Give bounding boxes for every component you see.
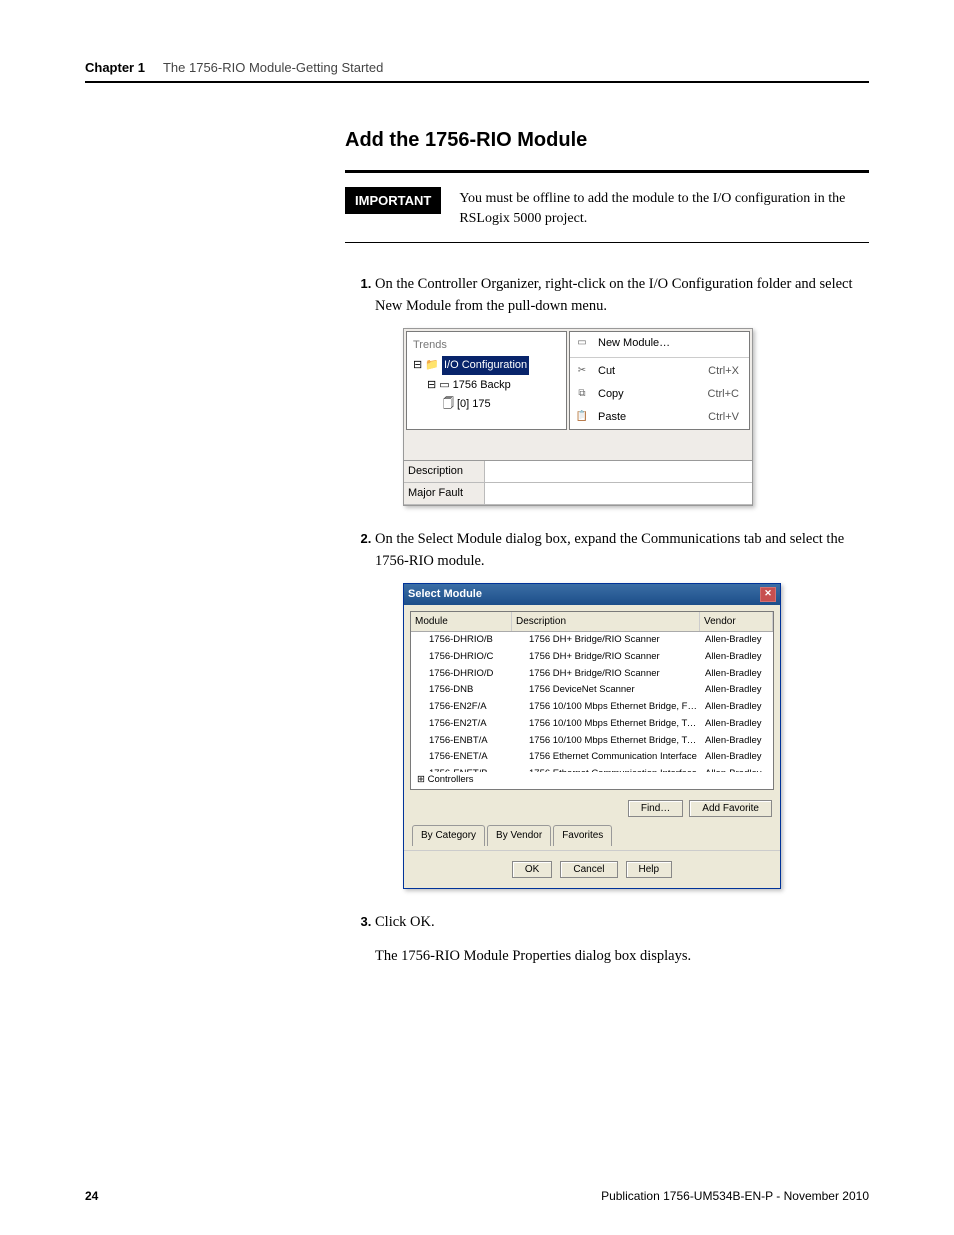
- tree-pane: Trends ⊟ 📁 I/O Configuration ⊟ ▭ 1756 Ba…: [406, 331, 567, 430]
- tab-by-category[interactable]: By Category: [412, 825, 485, 846]
- menu-copy[interactable]: ⧉ Copy Ctrl+C: [570, 383, 749, 406]
- close-icon[interactable]: ✕: [760, 587, 776, 602]
- page-footer: 24 Publication 1756-UM534B-EN-P - Novemb…: [85, 1189, 869, 1203]
- menu-paste[interactable]: 📋 Paste Ctrl+V: [570, 406, 749, 429]
- col-module: Module: [411, 612, 512, 632]
- important-box: IMPORTANT You must be offline to add the…: [345, 187, 869, 230]
- tab-by-vendor[interactable]: By Vendor: [487, 825, 551, 846]
- publication-info: Publication 1756-UM534B-EN-P - November …: [601, 1189, 869, 1203]
- major-fault-label: Major Fault: [404, 483, 485, 504]
- col-vendor: Vendor: [700, 612, 773, 632]
- important-badge: IMPORTANT: [345, 187, 441, 214]
- module-row[interactable]: 1756-DNB1756 DeviceNet ScannerAllen-Brad…: [411, 682, 773, 699]
- rule: [345, 242, 869, 243]
- grid-header: Module Description Vendor: [411, 612, 773, 633]
- page-header: Chapter 1 The 1756-RIO Module-Getting St…: [85, 60, 869, 83]
- description-label: Description: [404, 461, 485, 482]
- add-favorite-button[interactable]: Add Favorite: [689, 800, 772, 817]
- col-description: Description: [512, 612, 700, 632]
- steps-list: On the Controller Organizer, right-click…: [345, 273, 869, 968]
- screenshot-io-config: Trends ⊟ 📁 I/O Configuration ⊟ ▭ 1756 Ba…: [403, 328, 753, 506]
- step-2: On the Select Module dialog box, expand …: [375, 528, 869, 889]
- help-button[interactable]: Help: [626, 861, 673, 878]
- module-row[interactable]: 1756-EN2F/A1756 10/100 Mbps Ethernet Bri…: [411, 699, 773, 716]
- module-row[interactable]: 1756-DHRIO/D1756 DH+ Bridge/RIO ScannerA…: [411, 666, 773, 683]
- tree-backplane[interactable]: ⊟ ▭ 1756 Backp: [409, 376, 564, 395]
- step-3-followup: The 1756-RIO Module Properties dialog bo…: [375, 945, 869, 967]
- step-3: Click OK. The 1756-RIO Module Properties…: [375, 911, 869, 968]
- context-menu: ▭ New Module… ✂ Cut Ctrl+X: [569, 331, 750, 430]
- controllers-node[interactable]: ⊞ Controllers: [411, 772, 773, 789]
- step-1: On the Controller Organizer, right-click…: [375, 273, 869, 506]
- new-module-icon: ▭: [574, 335, 590, 351]
- section-title: Add the 1756-RIO Module: [345, 129, 869, 152]
- module-row[interactable]: 1756-ENET/A1756 Ethernet Communication I…: [411, 749, 773, 766]
- module-grid: Module Description Vendor 1756-DHRIO/B17…: [410, 611, 774, 790]
- cancel-button[interactable]: Cancel: [560, 861, 617, 878]
- paste-icon: 📋: [574, 409, 590, 425]
- menu-new-module[interactable]: ▭ New Module…: [570, 332, 749, 355]
- chapter-title: The 1756-RIO Module-Getting Started: [163, 60, 383, 75]
- rule: [345, 170, 869, 173]
- tree-io-config[interactable]: ⊟ 📁 I/O Configuration: [409, 355, 564, 376]
- module-row[interactable]: 1756-DHRIO/C1756 DH+ Bridge/RIO ScannerA…: [411, 649, 773, 666]
- dialog-title: Select Module: [408, 586, 482, 603]
- page-number: 24: [85, 1189, 98, 1203]
- chapter-label: Chapter 1: [85, 60, 145, 75]
- menu-cut[interactable]: ✂ Cut Ctrl+X: [570, 360, 749, 383]
- module-row[interactable]: 1756-ENBT/A1756 10/100 Mbps Ethernet Bri…: [411, 733, 773, 750]
- screenshot-select-module: Select Module ✕ Module Description Vendo…: [403, 583, 781, 889]
- tab-favorites[interactable]: Favorites: [553, 825, 612, 846]
- copy-icon: ⧉: [574, 386, 590, 402]
- ok-button[interactable]: OK: [512, 861, 552, 878]
- dialog-titlebar: Select Module ✕: [404, 584, 780, 605]
- important-text: You must be offline to add the module to…: [459, 187, 869, 230]
- tree-slot0[interactable]: 🗍 [0] 175: [409, 395, 564, 414]
- module-row[interactable]: 1756-EN2T/A1756 10/100 Mbps Ethernet Bri…: [411, 716, 773, 733]
- cut-icon: ✂: [574, 363, 590, 379]
- tree-trends: Trends: [409, 336, 564, 355]
- module-row[interactable]: 1756-DHRIO/B1756 DH+ Bridge/RIO ScannerA…: [411, 632, 773, 649]
- find-button[interactable]: Find…: [628, 800, 683, 817]
